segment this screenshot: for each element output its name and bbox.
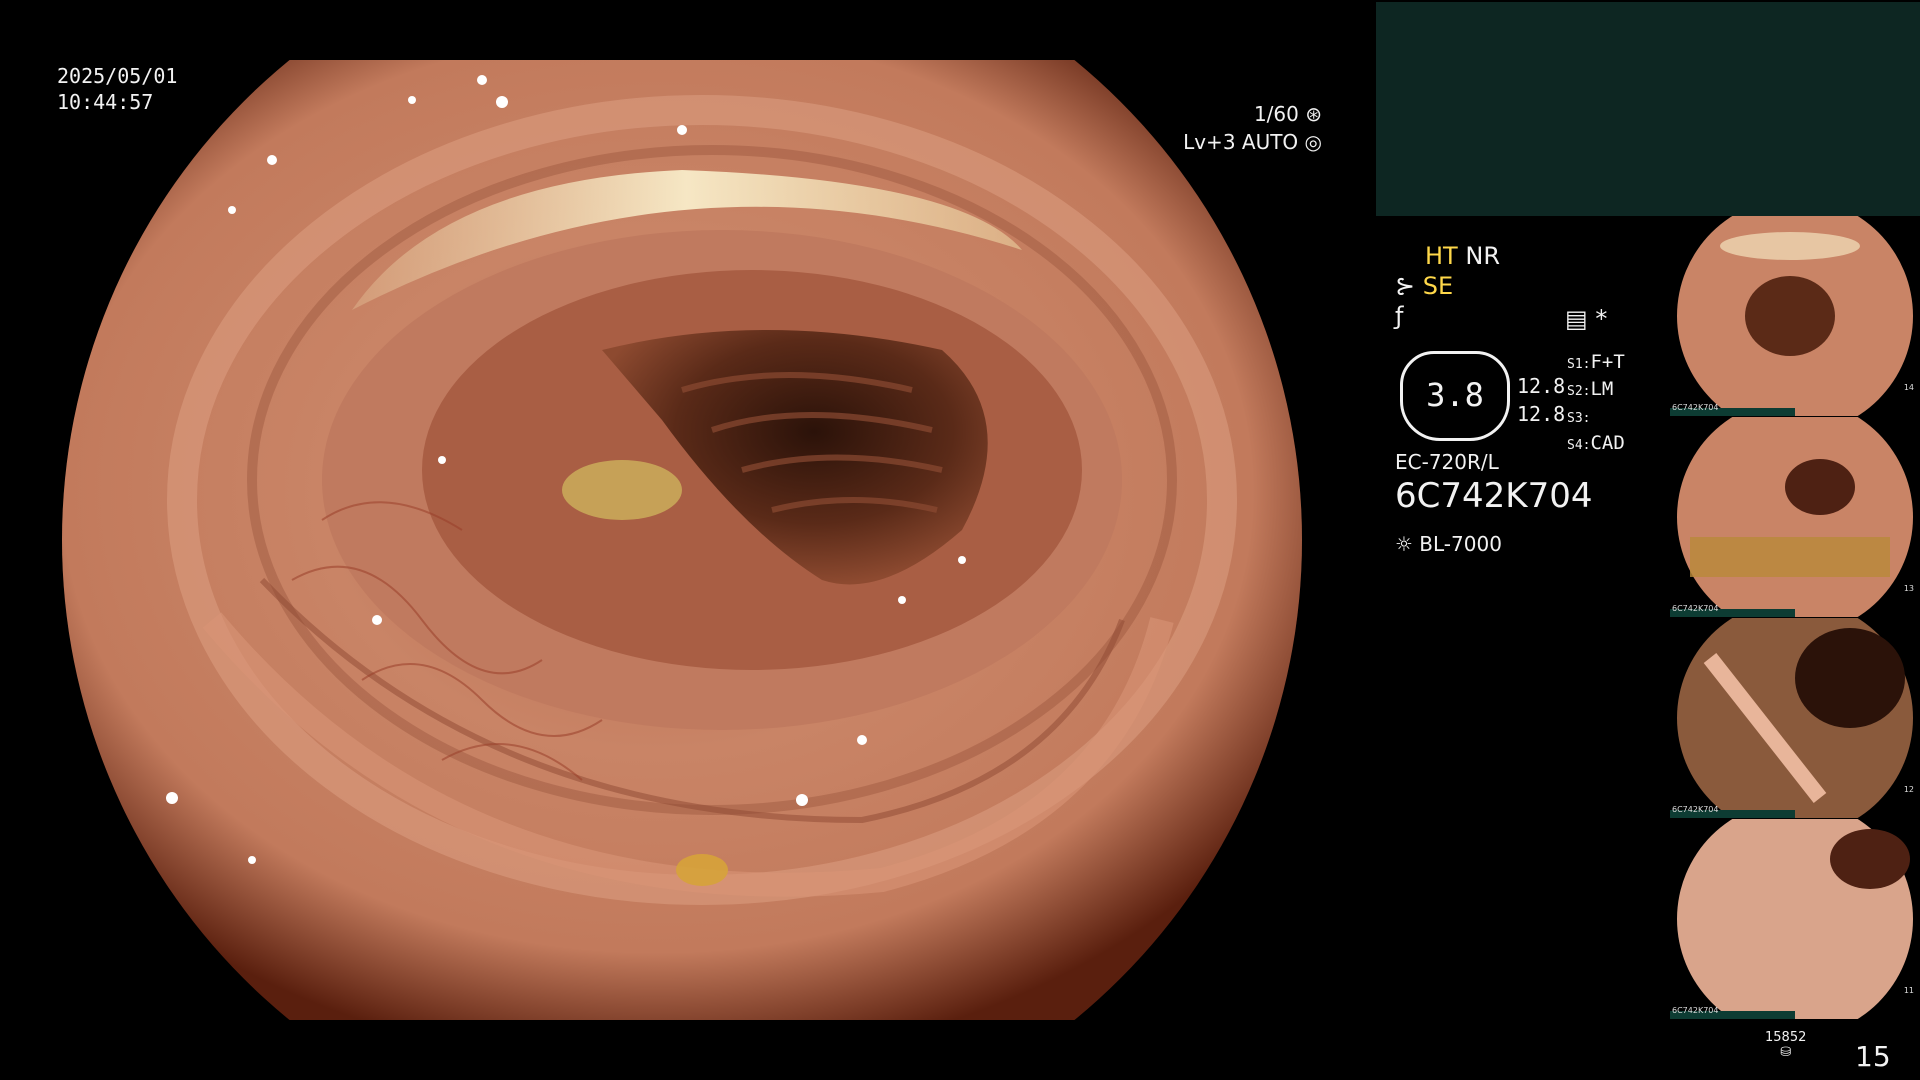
date-text: 2025/05/01 [57, 64, 178, 88]
time-text: 10:44:57 [57, 90, 154, 114]
ht-label: HT [1425, 242, 1458, 270]
recording-icon: ▤ [1565, 305, 1588, 333]
enhancement-icon: ⊱ [1395, 272, 1416, 300]
disk-count: 15852 [1765, 1030, 1807, 1045]
se-label: SE [1422, 272, 1454, 300]
shutter-level: Lv+3 AUTO [1183, 130, 1299, 154]
mode-row-2: ⊱ SE [1395, 272, 1453, 300]
zoom-gauge: 3.8 [1400, 351, 1510, 441]
thumbnail-strip: 6C742K704 14 6C742K704 13 6C742K704 12 6C74… [1670, 216, 1920, 1020]
scope-serial: 6C742K704 [1395, 476, 1593, 516]
record-status: ▤ * [1565, 305, 1607, 333]
image-count: 15 [1855, 1040, 1891, 1073]
asterisk-label: * [1595, 305, 1608, 333]
light-source: ☼ BL-7000 [1395, 532, 1502, 556]
gauge-bottom: 12.8 [1517, 402, 1566, 426]
preview-panel [1376, 2, 1920, 216]
thumbnail[interactable]: 6C742K704 14 [1670, 216, 1920, 416]
shutter-info: 1/60 ⊛ Lv+3 AUTO ◎ [1183, 100, 1322, 156]
filter-icon: ƒ [1395, 302, 1404, 330]
auto-icon: ◎ [1304, 130, 1322, 154]
timestamp: 2025/05/01 10:44:57 [57, 63, 177, 115]
scope-model: EC-720R/L [1395, 450, 1499, 474]
thumbnail[interactable]: 6C742K704 11 [1670, 819, 1920, 1019]
switch-item: S3: [1567, 411, 1591, 426]
thumbnail[interactable]: 6C742K704 13 [1670, 417, 1920, 617]
switch-item: S2:LM [1567, 378, 1614, 400]
light-source-label: BL-7000 [1419, 532, 1502, 556]
gauge-side: 12.8 12.8 [1517, 372, 1565, 428]
disk-counter: 15852 ⛁ [1765, 1030, 1806, 1060]
switch-item: S4:CAD [1567, 432, 1625, 454]
mode-row-3: ƒ [1395, 302, 1403, 330]
light-source-icon: ☼ [1395, 532, 1413, 556]
gauge-top: 12.8 [1517, 374, 1566, 398]
disk-icon: ⛁ [1780, 1045, 1792, 1060]
switch-item: S1:F+T [1567, 351, 1625, 373]
nr-label: NR [1465, 242, 1500, 270]
shutter-speed: 1/60 [1253, 102, 1299, 126]
gauge-value: 3.8 [1426, 376, 1484, 414]
thumbnail[interactable]: 6C742K704 12 [1670, 618, 1920, 818]
endoscope-view [62, 60, 1302, 1020]
mode-row-1: HT NR [1395, 242, 1500, 270]
shutter-icon: ⊛ [1305, 102, 1322, 126]
switch-list: S1:F+T S2:LM S3: S4:CAD [1567, 350, 1625, 458]
